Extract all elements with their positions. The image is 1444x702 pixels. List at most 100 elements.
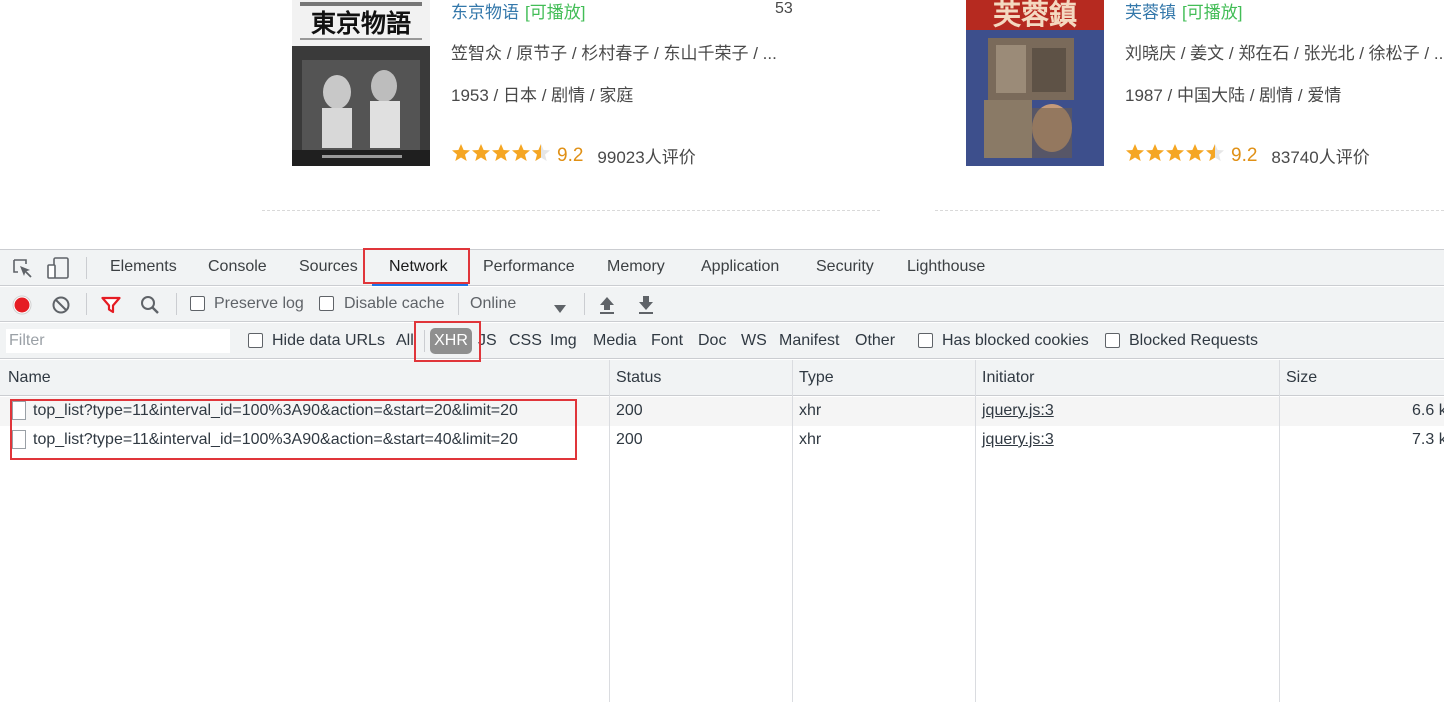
rating-stars-icon [1125,143,1227,168]
movie-meta: 1987 / 中国大陆 / 剧情 / 爱情 [1125,86,1342,105]
request-initiator-link[interactable]: jquery.js:3 [982,431,1054,449]
requests-table-header: Name Status Type Initiator Size [0,360,1444,396]
tab-network[interactable]: Network [389,258,448,276]
column-header-type[interactable]: Type [799,369,834,387]
column-header-size[interactable]: Size [1286,369,1317,387]
type-filter-doc[interactable]: Doc [698,332,726,350]
toolbar-separator [86,293,87,315]
request-type: xhr [799,402,822,419]
device-toolbar-icon[interactable] [46,256,72,285]
filter-icon[interactable] [101,296,121,319]
poster-title-text: 芙蓉鎮 [993,0,1077,31]
webpage-content: 東京物語 东京物语 [可播放] 53 笠智众 / 原节子 / 杉村春子 / 东山千… [0,0,1444,249]
hide-data-urls-label: Hide data URLs [272,332,385,349]
type-filter-font[interactable]: Font [651,332,683,350]
movie-title[interactable]: 芙蓉镇 [可播放] [1125,0,1242,23]
type-filter-ws[interactable]: WS [741,332,767,350]
type-filter-manifest[interactable]: Manifest [779,332,839,350]
active-tab-indicator [372,283,468,286]
blocked-requests-label: Blocked Requests [1129,332,1258,349]
rating-stars-icon [451,143,553,168]
tab-security[interactable]: Security [816,258,874,276]
movie-title[interactable]: 东京物语 [可播放] [451,0,585,23]
request-size: 7.3 kB [1412,431,1444,448]
request-status: 200 [616,431,643,448]
inspect-element-icon[interactable] [12,258,34,285]
network-toolbar: Preserve log Disable cache Online [0,287,1444,322]
rating-score: 9.2 [1231,144,1258,166]
filter-input[interactable] [6,329,230,353]
rating-score: 9.2 [557,144,584,166]
type-filter-media[interactable]: Media [593,332,637,350]
tab-sources[interactable]: Sources [299,258,358,276]
disable-cache-checkbox[interactable] [319,296,334,311]
toolbar-separator [584,293,585,315]
preserve-log-checkbox[interactable] [190,296,205,311]
item-divider [935,210,1444,211]
tab-elements[interactable]: Elements [110,258,177,276]
column-header-name[interactable]: Name [8,369,51,387]
request-type: xhr [799,431,822,448]
toolbar-separator [424,330,425,352]
request-name[interactable]: top_list?type=11&interval_id=100%3A90&ac… [33,431,518,449]
requests-table-body: top_list?type=11&interval_id=100%3A90&ac… [0,396,1444,702]
request-status: 200 [616,402,643,419]
rating-votes: 99023人评价 [597,148,696,167]
movie-cast: 笠智众 / 原节子 / 杉村春子 / 东山千荣子 / ... [451,44,777,63]
hide-data-urls-checkbox[interactable] [248,333,263,348]
has-blocked-cookies-checkbox[interactable] [918,333,933,348]
movie-meta: 1953 / 日本 / 剧情 / 家庭 [451,86,634,105]
tab-lighthouse[interactable]: Lighthouse [907,258,985,276]
tab-performance[interactable]: Performance [483,258,575,276]
import-har-icon[interactable] [598,295,616,320]
request-name[interactable]: top_list?type=11&interval_id=100%3A90&ac… [33,402,518,420]
type-filter-js[interactable]: JS [478,332,497,350]
movie-rank: 53 [775,0,793,17]
throttling-select[interactable]: Online [470,295,516,313]
blocked-requests-checkbox[interactable] [1105,333,1120,348]
rating-votes: 83740人评价 [1271,148,1370,167]
type-filter-other[interactable]: Other [855,332,895,350]
column-header-status[interactable]: Status [616,369,661,387]
column-divider[interactable] [792,360,793,702]
movie-title-link[interactable]: 芙蓉镇 [1125,3,1176,22]
type-filter-xhr[interactable]: XHR [430,328,472,354]
column-divider[interactable] [1279,360,1280,702]
disable-cache-label: Disable cache [344,295,445,312]
toolbar-separator [86,257,87,279]
has-blocked-cookies-label: Has blocked cookies [942,332,1089,349]
movie-rating: 9.2 99023人评价 [451,143,696,168]
record-icon[interactable] [12,295,32,320]
movie-cast: 刘晓庆 / 姜文 / 郑在石 / 张光北 / 徐松子 / ... [1125,44,1444,63]
file-icon [12,430,26,449]
playable-badge[interactable]: [可播放] [1182,3,1242,22]
type-filter-css[interactable]: CSS [509,332,542,350]
type-filter-all[interactable]: All [396,332,414,350]
poster-title-text: 東京物語 [311,9,411,38]
search-icon[interactable] [140,295,160,320]
table-row[interactable]: top_list?type=11&interval_id=100%3A90&ac… [0,426,1444,455]
devtools-panel: Elements Console Sources Network Perform… [0,248,1444,702]
file-icon [12,401,26,420]
chevron-down-icon[interactable] [554,300,566,318]
movie-poster[interactable]: 芙蓉鎮 [966,0,1104,166]
toolbar-separator [458,293,459,315]
export-har-icon[interactable] [637,295,655,320]
movie-rating: 9.2 83740人评价 [1125,143,1370,168]
column-header-initiator[interactable]: Initiator [982,369,1034,387]
column-divider[interactable] [609,360,610,702]
playable-badge[interactable]: [可播放] [525,3,585,22]
request-size: 6.6 kB [1412,402,1444,419]
request-initiator-link[interactable]: jquery.js:3 [982,402,1054,420]
devtools-tabbar: Elements Console Sources Network Perform… [0,250,1444,286]
tab-console[interactable]: Console [208,258,267,276]
item-divider [262,210,880,211]
clear-icon[interactable] [52,296,70,319]
tab-memory[interactable]: Memory [607,258,665,276]
movie-poster[interactable]: 東京物語 [292,0,430,166]
column-divider[interactable] [975,360,976,702]
type-filter-img[interactable]: Img [550,332,577,350]
tab-application[interactable]: Application [701,258,779,276]
table-row[interactable]: top_list?type=11&interval_id=100%3A90&ac… [0,397,1444,426]
movie-title-link[interactable]: 东京物语 [451,3,519,22]
